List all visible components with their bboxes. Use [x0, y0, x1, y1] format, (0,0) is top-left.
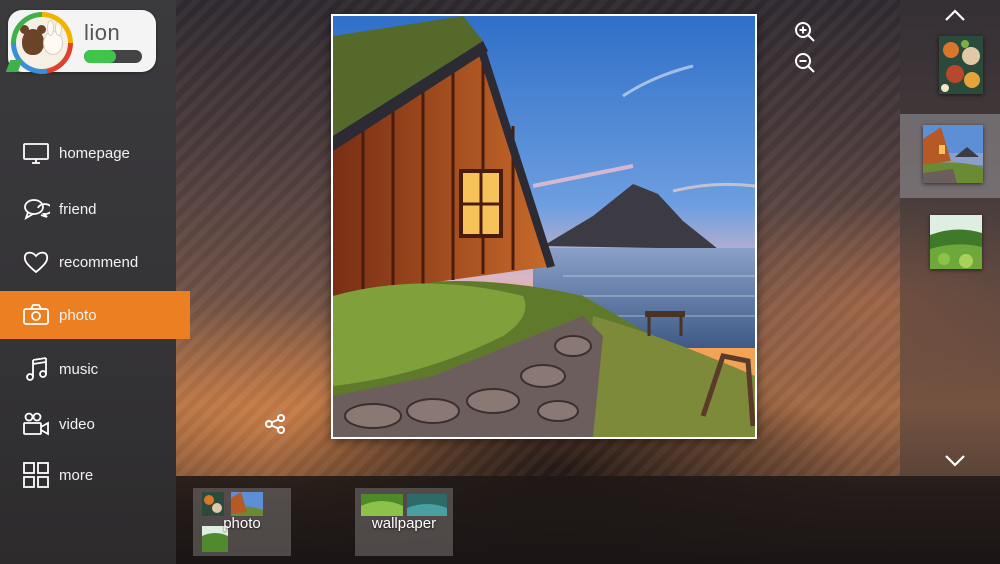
- music-note-icon: [22, 355, 50, 383]
- level-progress-fill: [84, 50, 116, 63]
- chevron-down-icon: [945, 455, 965, 467]
- album-wallpaper[interactable]: wallpaper: [355, 488, 453, 556]
- thumbnail-item[interactable]: [930, 215, 982, 269]
- photo-image: [333, 16, 755, 437]
- share-icon: [265, 414, 285, 434]
- chevron-up-icon: [945, 9, 965, 21]
- zoom-out-icon: [795, 53, 815, 73]
- main-photo[interactable]: [331, 14, 757, 439]
- nav-item-video[interactable]: video: [0, 400, 176, 448]
- nav-label: more: [59, 466, 94, 484]
- nav-label: video: [59, 415, 95, 433]
- rail-down-button[interactable]: [944, 453, 966, 467]
- username: lion: [84, 20, 121, 45]
- video-camera-icon: [22, 410, 50, 438]
- album-label: photo: [223, 515, 261, 532]
- album-label: wallpaper: [371, 515, 437, 532]
- thumbnail-item[interactable]: [939, 36, 983, 94]
- zoom-in-icon: [795, 22, 815, 42]
- green-hills-thumbnail: [930, 215, 982, 269]
- rail-up-button[interactable]: [944, 8, 966, 22]
- nav-item-more[interactable]: more: [0, 451, 176, 499]
- nav-label: friend: [59, 200, 97, 218]
- nav-item-photo[interactable]: photo: [0, 291, 190, 339]
- turf-house-sunset-thumbnail: [923, 125, 983, 183]
- heart-icon: [22, 248, 50, 276]
- thumbnail-item-selected[interactable]: [923, 125, 983, 183]
- nav-item-homepage[interactable]: homepage: [0, 129, 176, 177]
- album-cover-thumb: [231, 492, 263, 516]
- monitor-icon: [22, 139, 50, 167]
- bunny-character: [43, 20, 63, 55]
- sidebar: lion homepage friend recommend photo mus…: [0, 0, 190, 564]
- grid-icon: [22, 461, 50, 489]
- level-progress-bar: [84, 50, 142, 63]
- nav-item-music[interactable]: music: [0, 345, 176, 393]
- profile-card[interactable]: lion: [5, 10, 156, 74]
- album-cover-thumb: [202, 492, 224, 516]
- album-photo[interactable]: photo: [193, 488, 291, 556]
- nav-label: homepage: [59, 144, 130, 162]
- nav-item-recommend[interactable]: recommend: [0, 238, 176, 286]
- chat-bubbles-icon: [22, 195, 50, 223]
- avatar-badge: [5, 60, 23, 72]
- animals-collage-thumbnail: [939, 36, 983, 94]
- nav-label: recommend: [59, 253, 139, 271]
- nav-label: music: [59, 360, 99, 378]
- camera-icon: [22, 301, 50, 329]
- nav-label: photo: [59, 306, 97, 324]
- zoom-in-button[interactable]: [793, 20, 817, 44]
- nav-item-friend[interactable]: friend: [0, 185, 176, 233]
- share-button[interactable]: [264, 413, 286, 435]
- album-bar: [176, 476, 1000, 564]
- album-cover-thumb: [361, 494, 403, 516]
- album-cover-thumb: [407, 494, 447, 516]
- bear-character: [20, 25, 46, 55]
- zoom-out-button[interactable]: [793, 51, 817, 75]
